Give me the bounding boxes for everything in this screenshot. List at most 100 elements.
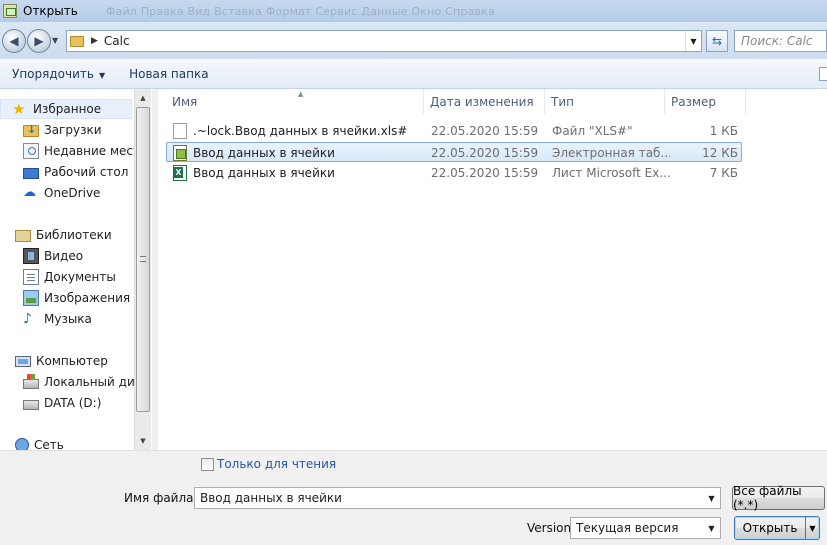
downloads-folder-icon [23,123,39,137]
scroll-down-icon[interactable]: ▼ [135,433,151,449]
recent-places-icon [23,143,39,159]
filetype-value: Все файлы (*.*) [733,484,802,512]
forward-button[interactable]: ▶ [27,28,51,53]
nav-scrollbar[interactable]: ▲ ▼ [134,89,151,450]
forward-arrow-icon: ▶ [34,33,44,48]
refresh-button[interactable]: ⇆ [706,30,728,52]
nav-label: OneDrive [44,186,101,200]
app-icon [3,4,17,18]
filetype-filter-button[interactable]: Все файлы (*.*) [732,484,825,512]
nav-label: Изображения [44,291,131,305]
file-row-selected[interactable]: Ввод данных в ячейки 22.05.2020 15:59 Эл… [166,142,742,162]
address-dropdown-icon[interactable]: ▼ [685,31,701,51]
file-date: 22.05.2020 15:59 [431,146,539,160]
nav-label: Загрузки [44,123,102,137]
file-name: .~lock.Ввод данных в ячейки.xls# [193,124,408,138]
nav-onedrive[interactable]: ☁ OneDrive [0,183,100,203]
nav-documents[interactable]: Документы [0,267,116,287]
open-button[interactable]: Открыть ▼ [734,516,820,540]
nav-label: DATA (D:) [44,396,102,410]
column-label: Размер [671,94,717,109]
desktop-icon [23,167,39,179]
back-arrow-icon: ◀ [9,33,19,48]
folder-icon [70,35,84,47]
column-label: Дата изменения [430,94,534,109]
readonly-label[interactable]: Только для чтения [217,457,336,471]
nav-label: Недавние места [44,144,148,158]
version-label: Version [527,521,572,535]
chevron-down-icon[interactable]: ▼ [703,518,720,538]
nav-desktop[interactable]: Рабочий стол [0,162,128,182]
excel-file-icon [173,165,187,181]
pictures-icon [23,290,39,306]
file-row[interactable]: .~lock.Ввод данных в ячейки.xls# 22.05.2… [166,121,742,141]
blank-file-icon [173,123,187,139]
checkbox-box[interactable] [201,457,214,471]
filename-label: Имя файла: [124,491,198,505]
file-date: 22.05.2020 15:59 [431,124,539,138]
title-bar: Открыть Файл Правка Вид Вставка Формат С… [0,0,827,22]
nav-downloads[interactable]: Загрузки [0,120,102,140]
readonly-checkbox[interactable]: Только для чтения [201,457,336,471]
nav-favorites[interactable]: ★ Избранное [0,99,132,119]
breadcrumb-separator-icon[interactable]: ▶ [91,36,98,46]
organize-button[interactable]: Упорядочить ▼ [0,67,117,81]
filename-field[interactable]: Ввод данных в ячейки ▼ [194,487,721,509]
organize-label: Упорядочить [12,66,94,81]
scrollbar-thumb[interactable] [136,107,150,412]
view-options-button[interactable] [819,67,827,81]
column-header-date[interactable]: Дата изменения [424,89,545,114]
file-name: Ввод данных в ячейки [193,146,335,160]
open-label: Открыть [742,521,798,535]
column-header-size[interactable]: Размер [665,89,746,114]
file-name-cell: .~lock.Ввод данных в ячейки.xls# [173,121,425,141]
computer-icon [15,356,31,367]
nav-recent-places[interactable]: Недавние места [0,141,147,161]
new-folder-button[interactable]: Новая папка [117,67,220,81]
search-input[interactable]: Поиск: Calc [734,30,827,52]
network-icon [15,438,29,450]
file-size: 7 КБ [709,166,738,180]
nav-label: Видео [44,249,84,263]
star-icon: ★ [12,100,26,118]
file-size: 12 КБ [702,146,738,160]
documents-icon [23,269,39,285]
refresh-icon: ⇆ [711,34,723,48]
column-header-name[interactable]: Имя ▲ [166,89,424,114]
nav-images[interactable]: Изображения [0,288,130,308]
background-menu-ghost: Файл Правка Вид Вставка Формат Сервис Да… [105,4,495,18]
file-list[interactable]: Имя ▲ Дата изменения Тип Размер .~lock.В… [158,89,827,450]
video-icon [23,248,39,264]
nav-video[interactable]: Видео [0,246,83,266]
music-note-icon: ♪ [23,311,32,327]
navigation-pane[interactable]: ★ Избранное Загрузки Недавние места Рабо… [0,89,152,450]
chevron-down-icon[interactable]: ▼ [805,517,819,539]
nav-network[interactable]: Сеть [0,435,64,450]
window-title: Открыть [23,4,78,18]
nav-label: Библиотеки [36,228,112,242]
nav-computer[interactable]: Компьютер [0,351,108,371]
breadcrumb[interactable]: ▶ Calc ▼ [66,30,702,52]
nav-libraries[interactable]: Библиотеки [0,225,112,245]
file-size: 1 КБ [709,124,738,138]
file-date: 22.05.2020 15:59 [431,166,539,180]
breadcrumb-folder[interactable]: Calc [104,34,130,48]
drive-icon [23,400,39,410]
nav-music[interactable]: ♪ Музыка [0,309,92,329]
nav-label: Сеть [34,438,64,450]
column-header-type[interactable]: Тип [545,89,665,114]
file-row[interactable]: Ввод данных в ячейки 22.05.2020 15:59 Ли… [166,163,742,183]
libraries-icon [15,230,31,242]
cloud-icon: ☁ [23,185,36,200]
scroll-up-icon[interactable]: ▲ [135,90,151,106]
chevron-down-icon[interactable]: ▼ [703,488,720,508]
file-name-cell: Ввод данных в ячейки [173,143,425,163]
nav-data-drive[interactable]: DATA (D:) [0,393,101,413]
system-drive-icon [23,374,39,389]
column-label: Тип [551,94,574,109]
history-dropdown-icon[interactable]: ▼ [52,36,60,45]
version-select[interactable]: Текущая версия ▼ [570,517,721,539]
grip-icon [140,256,146,262]
back-button[interactable]: ◀ [2,28,26,53]
nav-local-disk[interactable]: Локальный диск [0,372,149,392]
